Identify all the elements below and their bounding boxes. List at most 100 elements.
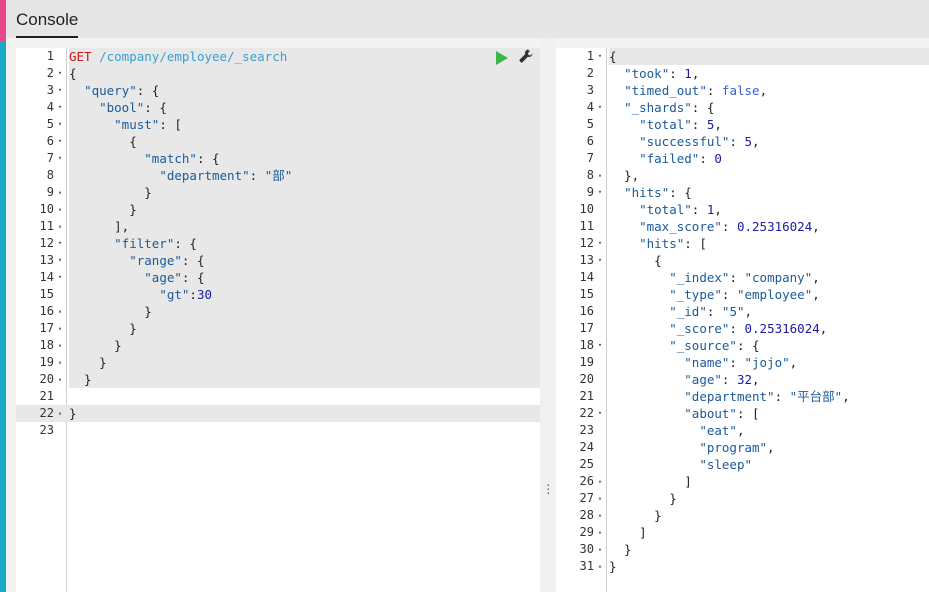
line-number: 23 bbox=[579, 423, 594, 437]
line-number: 19 bbox=[579, 355, 594, 369]
fold-toggle-icon[interactable]: ▴ bbox=[596, 167, 604, 184]
code-line: 26 ▴ ] bbox=[556, 473, 929, 490]
line-number: 20 bbox=[579, 372, 594, 386]
code-line: 14 "_index": "company", bbox=[556, 269, 929, 286]
line-number: 21 bbox=[39, 389, 54, 403]
code-text: ] bbox=[609, 525, 647, 540]
code-text: } bbox=[69, 320, 540, 337]
code-text: "about": [ bbox=[684, 406, 760, 421]
fold-toggle-icon[interactable]: ▾ bbox=[596, 252, 604, 269]
code-line: 31 ▴} bbox=[556, 558, 929, 575]
vertical-dots-icon[interactable]: · · · bbox=[545, 480, 552, 499]
line-number: 31 bbox=[579, 559, 594, 573]
fold-toggle-icon[interactable]: ▴ bbox=[596, 558, 604, 575]
code-text: "took": 1, bbox=[624, 66, 700, 81]
request-editor[interactable]: 1 GET /company/employee/_search 2 ▾{3 ▾ "que… bbox=[16, 48, 540, 592]
code-line: 16 ▴ } bbox=[16, 303, 540, 320]
code-text: ], bbox=[69, 218, 540, 235]
fold-toggle-icon[interactable]: ▴ bbox=[56, 201, 64, 218]
line-number: 22 bbox=[39, 406, 54, 420]
code-line: 1 GET /company/employee/_search bbox=[16, 48, 540, 65]
code-line: 20 "age": 32, bbox=[556, 371, 929, 388]
fold-toggle-icon[interactable]: ▾ bbox=[596, 99, 604, 116]
code-line: 5 ▾ "must": [ bbox=[16, 116, 540, 133]
code-line: 6 "successful": 5, bbox=[556, 133, 929, 150]
fold-toggle-icon[interactable]: ▾ bbox=[56, 116, 64, 133]
fold-toggle-icon[interactable]: ▾ bbox=[596, 405, 604, 422]
fold-toggle-icon[interactable]: ▾ bbox=[596, 184, 604, 201]
line-number: 6 bbox=[46, 134, 54, 148]
code-text: "_source": { bbox=[669, 338, 760, 353]
code-line: 15 "_type": "employee", bbox=[556, 286, 929, 303]
fold-toggle-icon[interactable]: ▴ bbox=[56, 371, 64, 388]
fold-toggle-icon[interactable]: ▾ bbox=[56, 99, 64, 116]
fold-toggle-icon[interactable]: ▾ bbox=[56, 252, 64, 269]
code-line: 15 "gt":30 bbox=[16, 286, 540, 303]
line-number: 13 bbox=[579, 253, 594, 267]
tab-console[interactable]: Console bbox=[16, 8, 79, 38]
fold-toggle-icon[interactable]: ▾ bbox=[56, 65, 64, 82]
fold-toggle-icon[interactable]: ▴ bbox=[596, 524, 604, 541]
fold-toggle-icon[interactable]: ▴ bbox=[56, 337, 64, 354]
code-text: { bbox=[69, 65, 540, 82]
code-line: 16 "_id": "5", bbox=[556, 303, 929, 320]
line-number: 2 bbox=[586, 66, 594, 80]
code-line: 19 "name": "jojo", bbox=[556, 354, 929, 371]
pane-divider[interactable] bbox=[540, 38, 556, 592]
line-number: 16 bbox=[579, 304, 594, 318]
code-text: "_id": "5", bbox=[669, 304, 753, 319]
fold-toggle-icon[interactable]: ▴ bbox=[56, 218, 64, 235]
code-text: "_score": 0.25316024, bbox=[669, 321, 828, 336]
fold-toggle-icon[interactable]: ▾ bbox=[56, 235, 64, 252]
line-number: 30 bbox=[579, 542, 594, 556]
fold-toggle-icon[interactable]: ▾ bbox=[56, 133, 64, 150]
fold-toggle-icon[interactable]: ▴ bbox=[596, 490, 604, 507]
fold-toggle-icon[interactable]: ▾ bbox=[56, 82, 64, 99]
code-line: 20 ▴ } bbox=[16, 371, 540, 388]
code-text: } bbox=[69, 337, 540, 354]
fold-toggle-icon[interactable]: ▴ bbox=[596, 473, 604, 490]
response-editor: 1 ▾{2 "took": 1, 3 "timed_out": false, 4 ▾ "… bbox=[556, 48, 929, 592]
code-line: 3 ▾ "query": { bbox=[16, 82, 540, 99]
fold-toggle-icon[interactable]: ▾ bbox=[56, 150, 64, 167]
fold-toggle-icon[interactable]: ▾ bbox=[596, 235, 604, 252]
line-number: 7 bbox=[586, 151, 594, 165]
fold-toggle-icon[interactable]: ▴ bbox=[56, 303, 64, 320]
code-text: "_type": "employee", bbox=[669, 287, 820, 302]
code-line: 13 ▾ "range": { bbox=[16, 252, 540, 269]
fold-toggle-icon[interactable]: ▴ bbox=[56, 354, 64, 371]
code-text: "program", bbox=[699, 440, 775, 455]
fold-toggle-icon[interactable]: ▴ bbox=[56, 184, 64, 201]
fold-toggle-icon[interactable]: ▾ bbox=[596, 337, 604, 354]
line-number: 25 bbox=[579, 457, 594, 471]
play-icon[interactable] bbox=[496, 51, 508, 65]
code-text: } bbox=[69, 303, 540, 320]
code-text: "eat", bbox=[699, 423, 745, 438]
code-text: "name": "jojo", bbox=[684, 355, 798, 370]
fold-toggle-icon[interactable]: ▴ bbox=[596, 541, 604, 558]
code-line: 7 "failed": 0 bbox=[556, 150, 929, 167]
fold-toggle-icon[interactable]: ▴ bbox=[56, 320, 64, 337]
line-number: 1 bbox=[46, 49, 54, 63]
code-text: "filter": { bbox=[69, 235, 540, 252]
line-number: 14 bbox=[39, 270, 54, 284]
code-text: "must": [ bbox=[69, 116, 540, 133]
code-text: "age": { bbox=[69, 269, 540, 286]
fold-toggle-icon[interactable]: ▾ bbox=[56, 269, 64, 286]
code-line: 1 ▾ { bbox=[556, 48, 929, 65]
line-number: 20 bbox=[39, 372, 54, 386]
code-line: 17 ▴ } bbox=[16, 320, 540, 337]
code-text: } bbox=[609, 508, 662, 523]
code-line: 12 ▾ "hits": [ bbox=[556, 235, 929, 252]
code-text: "successful": 5, bbox=[639, 134, 760, 149]
code-text: "failed": 0 bbox=[639, 151, 722, 166]
code-line: 25 "sleep" bbox=[556, 456, 929, 473]
wrench-icon[interactable] bbox=[518, 48, 534, 68]
fold-toggle-icon[interactable]: ▴ bbox=[56, 405, 64, 422]
fold-toggle-icon[interactable]: ▾ bbox=[596, 48, 604, 65]
line-number: 8 bbox=[586, 168, 594, 182]
code-text: "total": 1, bbox=[639, 202, 722, 217]
fold-toggle-icon[interactable]: ▴ bbox=[596, 507, 604, 524]
